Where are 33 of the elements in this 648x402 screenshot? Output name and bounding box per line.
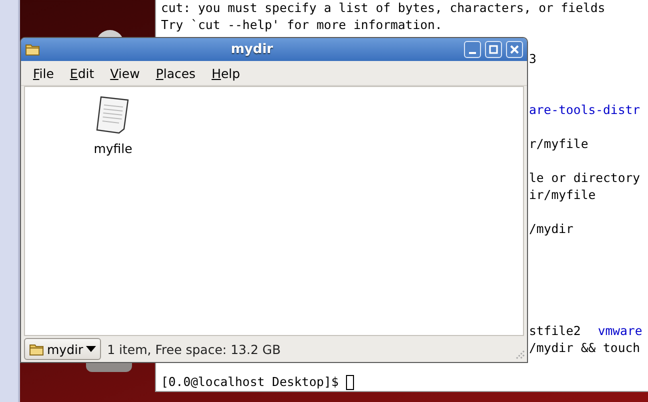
terminal-text: are-tools-distr — [529, 102, 640, 119]
menu-item[interactable]: View — [102, 66, 148, 80]
close-button[interactable] — [506, 41, 523, 58]
resize-grip[interactable] — [514, 349, 525, 360]
folder-icon — [29, 342, 44, 356]
terminal-text: /mydir — [529, 221, 574, 238]
file-name[interactable]: myfile — [94, 141, 132, 156]
terminal-text: ir/myfile — [529, 187, 596, 204]
menu-item[interactable]: Help — [204, 66, 248, 80]
minimize-icon — [469, 52, 476, 54]
maximize-icon — [489, 45, 498, 54]
terminal-text: vmware — [598, 323, 642, 340]
caret-icon — [86, 346, 96, 352]
terminal-text: Try `cut --help' for more information. — [161, 17, 442, 34]
terminal-text: /mydir && touch — [529, 340, 640, 357]
menu-item[interactable]: File — [25, 66, 62, 80]
window-title: mydir — [230, 42, 274, 57]
close-icon — [510, 45, 519, 54]
terminal-text: le or directory — [529, 170, 640, 187]
folder-icon — [25, 43, 40, 56]
terminal-text: cut: you must specify a list of bytes, characters, or fields — [161, 0, 606, 17]
document-icon[interactable] — [95, 95, 131, 135]
shell-prompt: [0.0@localhost Desktop]$ — [161, 374, 339, 391]
terminal-text: 3 — [529, 51, 536, 68]
text-cursor — [346, 375, 354, 390]
minimize-button[interactable] — [464, 41, 481, 58]
status-text: 1 item, Free space: 13.2 GB — [107, 342, 281, 356]
terminal-text: stfile2 — [529, 323, 581, 340]
menu-item[interactable]: Places — [148, 66, 204, 80]
maximize-button[interactable] — [485, 41, 502, 58]
location-button[interactable]: mydir — [24, 338, 102, 360]
terminal-text: r/myfile — [529, 136, 588, 153]
menu-item[interactable]: Edit — [62, 66, 102, 80]
